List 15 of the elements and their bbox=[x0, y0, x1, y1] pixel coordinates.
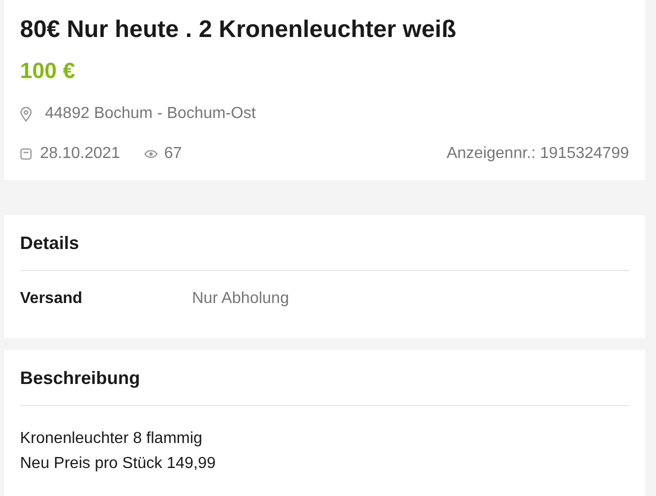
ad-number: Anzeigennr.: 1915324799 bbox=[446, 145, 629, 163]
location-pin-icon bbox=[20, 106, 32, 122]
description-line: Neu Preis pro Stück 149,99 bbox=[20, 454, 217, 474]
listing-price: 100 € bbox=[20, 57, 76, 85]
listing-title: 80€ Nur heute . 2 Kronenleuchter weiß bbox=[20, 15, 458, 45]
calendar-icon bbox=[20, 148, 32, 160]
detail-label: Versand bbox=[20, 290, 84, 308]
location-text: 44892 Bochum - Bochum-Ost bbox=[45, 105, 256, 123]
section-heading: Beschreibung bbox=[20, 350, 629, 406]
date-text: 28.10.2021 bbox=[40, 145, 120, 163]
section-heading: Details bbox=[20, 215, 629, 271]
description-line: Kronenleuchter 8 flammig bbox=[20, 429, 204, 449]
detail-value: Nur Abholung bbox=[192, 290, 289, 308]
view-count: 67 bbox=[164, 145, 182, 163]
eye-icon bbox=[144, 149, 158, 159]
